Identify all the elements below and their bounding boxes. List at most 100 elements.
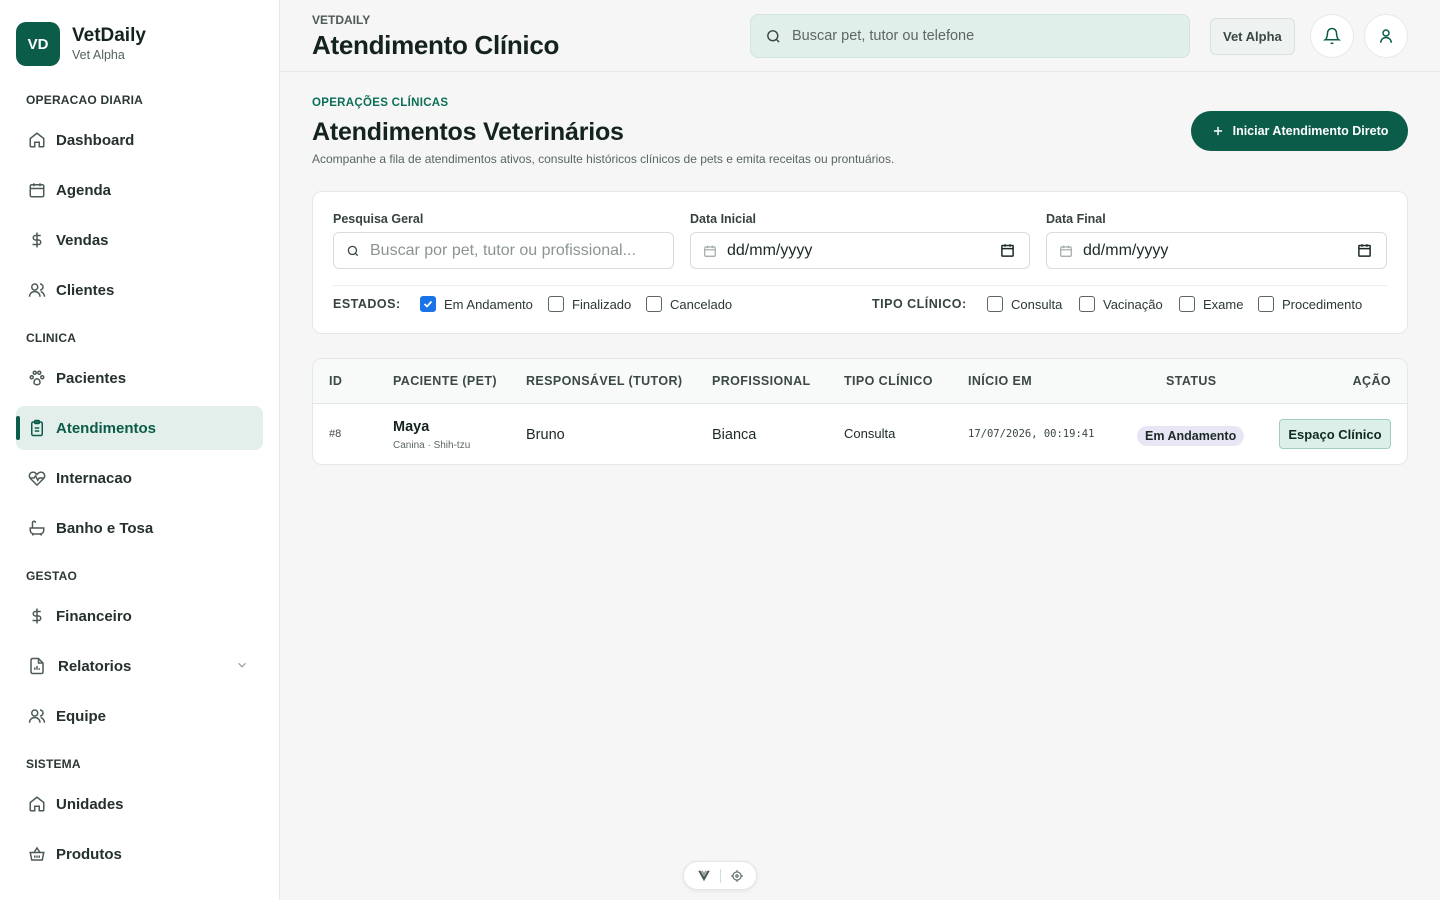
- checkbox[interactable]: [1179, 296, 1195, 312]
- checkbox[interactable]: [646, 296, 662, 312]
- basket-icon: [28, 845, 46, 863]
- sidebar-item-produtos[interactable]: Produtos: [16, 832, 263, 876]
- global-search[interactable]: [750, 14, 1190, 58]
- bell-icon: [1323, 27, 1341, 45]
- type-checkbox-procedimento[interactable]: Procedimento: [1258, 296, 1362, 312]
- sidebar-item-dashboard[interactable]: Dashboard: [16, 118, 263, 162]
- date-picker-icon[interactable]: [1357, 243, 1372, 258]
- plus-icon: [1211, 124, 1233, 138]
- type-checkbox-vacinacao[interactable]: Vacinação: [1079, 296, 1163, 312]
- state-checkbox-em-andamento[interactable]: Em Andamento: [420, 296, 533, 312]
- sidebar-item-vendas[interactable]: Vendas: [16, 218, 263, 262]
- sidebar-item-label: Internacao: [56, 469, 132, 487]
- cell-clinical-type: Consulta: [844, 426, 896, 441]
- clinical-space-button[interactable]: Espaço Clínico: [1279, 419, 1391, 449]
- checkbox[interactable]: [548, 296, 564, 312]
- sidebar-item-banho-tosa[interactable]: Banho e Tosa: [16, 506, 263, 550]
- clipboard-icon: [28, 419, 46, 437]
- breadcrumb: VETDAILY: [312, 13, 371, 27]
- heart-pulse-icon: [28, 469, 46, 487]
- sidebar-item-label: Vendas: [56, 231, 109, 249]
- paw-icon: [28, 369, 46, 387]
- sidebar: VD VetDaily Vet Alpha OPERACAO DIARIA Da…: [0, 0, 280, 900]
- start-direct-appointment-button[interactable]: Iniciar Atendimento Direto: [1191, 111, 1408, 151]
- sidebar-item-atendimentos[interactable]: Atendimentos: [16, 406, 263, 450]
- sidebar-item-unidades[interactable]: Unidades: [16, 782, 263, 826]
- dollar-icon: [28, 231, 46, 249]
- appointments-table: ID PACIENTE (PET) RESPONSÁVEL (TUTOR) PR…: [312, 358, 1408, 465]
- start-date-input[interactable]: dd/mm/yyyy: [690, 232, 1030, 269]
- cell-started-at: 17/07/2026, 00:19:41: [968, 428, 1095, 440]
- search-filter-label: Pesquisa Geral: [333, 212, 424, 226]
- status-badge: Em Andamento: [1137, 426, 1245, 446]
- report-icon: [28, 657, 46, 675]
- filters-panel: Pesquisa Geral Buscar por pet, tutor ou …: [312, 191, 1408, 334]
- states-label: ESTADOS:: [333, 297, 401, 311]
- sidebar-item-clientes[interactable]: Clientes: [16, 268, 263, 312]
- bath-icon: [28, 519, 46, 537]
- cell-pet-name: Maya: [393, 419, 430, 435]
- home-icon: [28, 131, 46, 149]
- checkbox-label: Vacinação: [1103, 296, 1163, 312]
- calendar-icon: [703, 244, 717, 258]
- user-icon: [1377, 27, 1395, 45]
- search-filter-placeholder: Buscar por pet, tutor ou profissional...: [370, 241, 636, 259]
- checkbox[interactable]: [1258, 296, 1274, 312]
- nav-section-operacao: OPERACAO DIARIA: [26, 93, 144, 107]
- vue-logo-icon[interactable]: [697, 869, 711, 883]
- column-header-tutor: RESPONSÁVEL (TUTOR): [526, 374, 683, 388]
- table-header: ID PACIENTE (PET) RESPONSÁVEL (TUTOR) PR…: [313, 359, 1407, 404]
- search-filter-input[interactable]: Buscar por pet, tutor ou profissional...: [333, 232, 674, 269]
- notifications-button[interactable]: [1310, 14, 1354, 58]
- clinical-type-label: TIPO CLÍNICO:: [872, 297, 967, 311]
- column-header-status: STATUS: [1166, 374, 1217, 388]
- user-profile-button[interactable]: [1364, 14, 1408, 58]
- checkbox-label: Cancelado: [670, 296, 733, 312]
- checkbox-checked[interactable]: [420, 296, 436, 312]
- type-checkbox-exame[interactable]: Exame: [1179, 296, 1243, 312]
- sidebar-item-label: Atendimentos: [56, 419, 157, 437]
- sidebar-item-agenda[interactable]: Agenda: [16, 168, 263, 212]
- state-checkbox-cancelado[interactable]: Cancelado: [646, 296, 732, 312]
- column-header-action: AÇÃO: [1352, 374, 1391, 388]
- brand[interactable]: VD VetDaily Vet Alpha: [16, 22, 146, 66]
- checkbox[interactable]: [987, 296, 1003, 312]
- nav-section-sistema: SISTEMA: [26, 757, 81, 771]
- checkbox-label: Consulta: [1011, 296, 1063, 312]
- users-icon: [28, 281, 46, 299]
- crosshair-icon[interactable]: [730, 869, 744, 883]
- home-icon: [28, 795, 46, 813]
- chevron-down-icon: [235, 658, 249, 672]
- sidebar-item-label: Dashboard: [56, 131, 135, 149]
- nav-section-gestao: GESTAO: [26, 569, 77, 583]
- main-content: OPERAÇÕES CLÍNICAS Atendimentos Veteriná…: [280, 72, 1440, 900]
- sidebar-item-internacao[interactable]: Internacao: [16, 456, 263, 500]
- end-date-value: dd/mm/yyyy: [1083, 241, 1169, 259]
- brand-name: VetDaily: [72, 25, 146, 46]
- dollar-icon: [28, 607, 46, 625]
- section-title: Atendimentos Veterinários: [312, 118, 624, 146]
- sidebar-item-pacientes[interactable]: Pacientes: [16, 356, 263, 400]
- state-checkbox-finalizado[interactable]: Finalizado: [548, 296, 631, 312]
- type-checkbox-consulta[interactable]: Consulta: [987, 296, 1062, 312]
- filters-divider: [333, 285, 1387, 286]
- sidebar-item-relatorios[interactable]: Relatorios: [16, 644, 263, 688]
- sidebar-item-label: Unidades: [56, 795, 124, 813]
- nav-section-clinica: CLINICA: [26, 331, 77, 345]
- global-search-input[interactable]: [792, 28, 1172, 44]
- unit-selector-button[interactable]: Vet Alpha: [1210, 18, 1295, 55]
- checkbox-label: Finalizado: [572, 296, 632, 312]
- end-date-input[interactable]: dd/mm/yyyy: [1046, 232, 1387, 269]
- button-label: Iniciar Atendimento Direto: [1232, 124, 1389, 138]
- date-picker-icon[interactable]: [1000, 243, 1015, 258]
- column-header-professional: PROFISSIONAL: [712, 374, 811, 388]
- sidebar-item-equipe[interactable]: Equipe: [16, 694, 263, 738]
- checkbox[interactable]: [1079, 296, 1095, 312]
- sidebar-item-financeiro[interactable]: Financeiro: [16, 594, 263, 638]
- calendar-icon: [1059, 244, 1073, 258]
- column-header-type: TIPO CLÍNICO: [844, 374, 933, 388]
- checkbox-label: Exame: [1203, 296, 1244, 312]
- page-title: Atendimento Clínico: [312, 30, 560, 60]
- dev-toolbar: [683, 861, 757, 890]
- checkbox-label: Procedimento: [1282, 296, 1363, 312]
